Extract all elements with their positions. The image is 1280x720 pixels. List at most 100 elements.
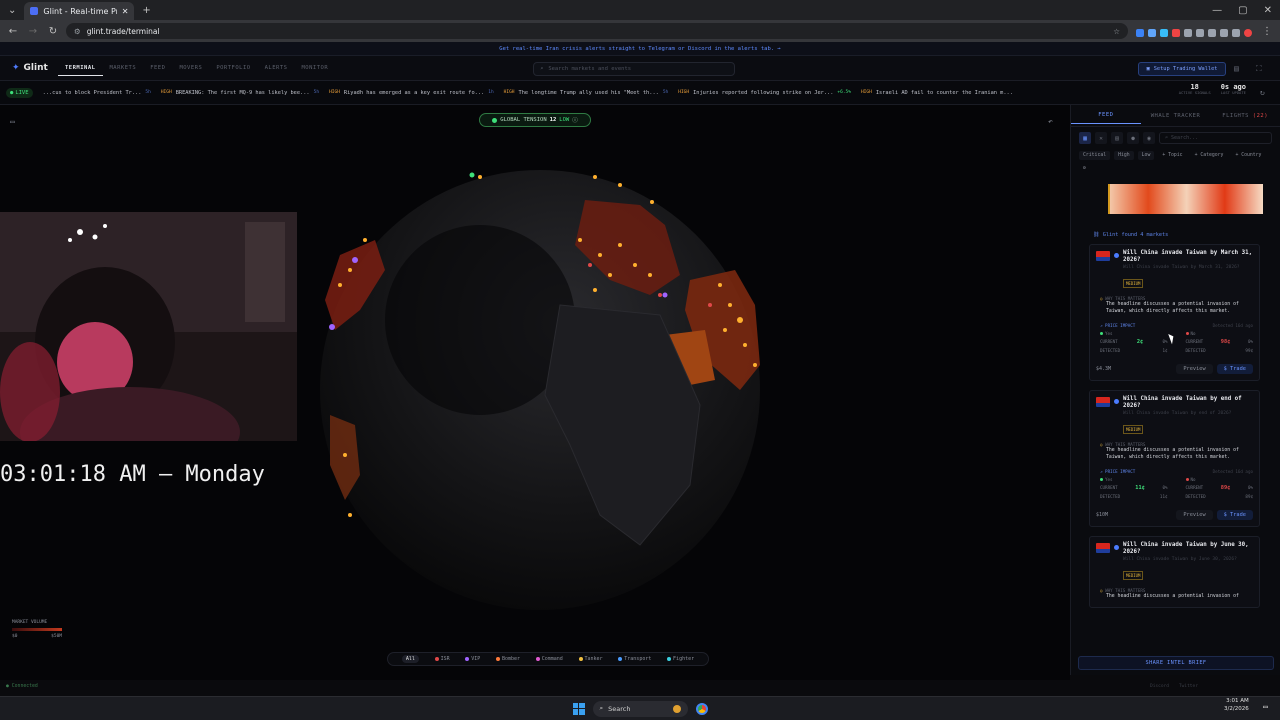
risk-badge: MEDIUM (1123, 571, 1144, 581)
filter-isr[interactable]: ISR (434, 656, 450, 662)
market-volume: $10M (1096, 511, 1109, 518)
ticker-item[interactable]: ...cus to block President Tr... 5h (43, 90, 151, 96)
filter-fighter[interactable]: Fighter (667, 656, 694, 662)
tension-value: 12 (549, 117, 557, 123)
reload-icon[interactable]: ↻ (46, 26, 60, 37)
site-info-icon[interactable]: ⚙ (74, 27, 81, 36)
nav-tab-markets[interactable]: MARKETS (103, 65, 144, 71)
windows-start-icon[interactable] (572, 702, 585, 715)
new-tab-icon[interactable]: + (134, 5, 158, 16)
tab-feed[interactable]: FEED (1071, 112, 1141, 124)
settings-icon[interactable]: ⚙ (1079, 164, 1090, 173)
filter-transport[interactable]: Transport (618, 656, 651, 662)
filter-tanker[interactable]: Tanker (578, 656, 603, 662)
tab-list-icon[interactable]: ⌄ (0, 5, 24, 16)
market-card[interactable]: Will China invade Taiwan by June 30, 202… (1089, 535, 1260, 608)
menu-icon[interactable]: ⋮ (1260, 26, 1274, 37)
legend-title: MARKET VOLUME (12, 620, 48, 625)
market-question[interactable]: Will China invade Taiwan by end of 2026? (1123, 396, 1253, 410)
global-tension-indicator[interactable]: GLOBAL TENSION 12 LOW ⓘ (479, 113, 591, 127)
nav-tab-portfolio[interactable]: PORTFOLIO (209, 65, 257, 71)
camera-icon[interactable]: ▭ (10, 117, 15, 126)
why-label: ◎ WHY THIS MATTERS (1100, 588, 1146, 594)
market-subtitle: Will China invade Taiwan by end of 2026? (1123, 411, 1232, 417)
price-grid: Yes CURRENT 11¢ 0% DETECTED 11¢ No CURRENT 8… (1100, 476, 1253, 499)
chip-topic[interactable]: + Topic (1158, 151, 1186, 160)
market-card[interactable]: Will China invade Taiwan by March 31, 20… (1089, 244, 1260, 381)
news-source-icon[interactable]: ▤ (1111, 132, 1123, 144)
nav-tab-monitor[interactable]: MONITOR (295, 65, 336, 71)
tab-flights[interactable]: FLIGHTS (22) (1210, 113, 1280, 119)
legend-min: $0 (12, 634, 18, 639)
browser-tab[interactable]: Glint - Real-time Prediction Ma ✕ (24, 2, 135, 20)
alert-banner[interactable]: Get real-time Iran crisis alerts straigh… (0, 42, 1280, 56)
market-question[interactable]: Will China invade Taiwan by March 31, 20… (1123, 250, 1253, 264)
info-icon[interactable]: ⓘ (572, 116, 578, 124)
trade-button[interactable]: $ Trade (1216, 363, 1253, 374)
aircraft-filter-bar: All ISR VIP Bomber Command Tanker Transp… (387, 652, 709, 666)
nav-tab-terminal[interactable]: TERMINAL (58, 65, 103, 76)
reset-view-icon[interactable]: ↶ (1048, 117, 1053, 126)
market-search-input[interactable]: ⌕ Search markets and events (533, 62, 735, 76)
notification-icon[interactable]: ▭ (1263, 702, 1268, 711)
share-intel-button[interactable]: SHARE INTEL BRIEF (1078, 656, 1274, 670)
chip-country[interactable]: + Country (1231, 151, 1265, 160)
close-tab-icon[interactable]: ✕ (122, 7, 129, 16)
ticker-item[interactable]: HIGH Injuries reported following strike o… (678, 90, 851, 96)
price-grid: Yes CURRENT 2¢ 0% DETECTED 1¢ No CURRENT 98¢… (1100, 330, 1253, 353)
panel-footer: Discord Twitter (1150, 684, 1198, 689)
chip-category[interactable]: + Category (1191, 151, 1228, 160)
taiwan-flag-icon (1096, 396, 1110, 407)
filter-vip[interactable]: VIP (465, 656, 480, 662)
clock-overlay: 03:01:18 AM — Monday (0, 462, 265, 487)
visibility-icon[interactable]: ◉ (1143, 132, 1155, 144)
layout-icon[interactable]: ▤ (1234, 64, 1239, 73)
url-field[interactable]: ⚙ glint.trade/terminal ☆ (66, 23, 1128, 39)
chip-high[interactable]: High (1114, 151, 1134, 160)
ticker-item[interactable]: HIGH The longtime Trump ally used his "Me… (504, 90, 669, 96)
preview-button[interactable]: Preview (1176, 509, 1213, 520)
panel-search-input[interactable]: ⌕ Search... (1159, 132, 1272, 144)
forward-icon[interactable]: → (26, 26, 40, 37)
close-window-icon[interactable]: ✕ (1256, 5, 1280, 16)
setup-wallet-button[interactable]: ▣ Setup Trading Wallet (1138, 62, 1226, 76)
grid-view-icon[interactable]: ▦ (1079, 132, 1091, 144)
tab-title: Glint - Real-time Prediction Ma (43, 6, 116, 16)
ticker-item[interactable]: HIGH Riyadh has emerged as a key exit rou… (329, 90, 494, 96)
risk-badge: MEDIUM (1123, 279, 1144, 289)
back-icon[interactable]: ← (6, 26, 20, 37)
tension-label: GLOBAL TENSION (500, 117, 547, 123)
chip-low[interactable]: Low (1137, 151, 1155, 160)
preview-button[interactable]: Preview (1176, 363, 1213, 374)
market-question[interactable]: Will China invade Taiwan by June 30, 202… (1123, 542, 1253, 556)
nav-tab-feed[interactable]: FEED (143, 65, 172, 71)
trade-button[interactable]: $ Trade (1216, 509, 1253, 520)
nav-tab-alerts[interactable]: ALERTS (258, 65, 295, 71)
tab-whale-tracker[interactable]: WHALE TRACKER (1141, 113, 1211, 119)
ticker-item[interactable]: HIGH Israeli AD fail to counter the Irani… (861, 90, 1013, 96)
tray-time: 3:01 AM (1226, 698, 1249, 704)
maximize-icon[interactable]: ▢ (1230, 5, 1255, 16)
bookmark-star-icon[interactable]: ☆ (1113, 27, 1120, 36)
discord-link[interactable]: Discord (1150, 684, 1169, 689)
nav-tab-movers[interactable]: MOVERS (172, 65, 209, 71)
chip-critical[interactable]: Critical (1079, 151, 1111, 160)
ticker-item[interactable]: HIGH BREAKING: The first MQ-9 has likely … (161, 90, 319, 96)
x-source-icon[interactable]: ✕ (1095, 132, 1107, 144)
refresh-icon[interactable]: ↻ (1260, 88, 1265, 97)
chrome-icon[interactable] (695, 702, 708, 715)
twitter-link[interactable]: Twitter (1179, 684, 1198, 689)
glint-logo[interactable]: ✦ Glint (0, 63, 58, 73)
filter-command[interactable]: Command (535, 656, 563, 662)
filter-all[interactable]: All (401, 655, 419, 663)
news-thumbnail[interactable] (1108, 184, 1263, 214)
taskbar-search[interactable]: ⌕ Search (592, 700, 688, 717)
extensions-icons[interactable] (1134, 22, 1254, 41)
filter-bomber[interactable]: Bomber (496, 656, 520, 662)
fullscreen-icon[interactable]: ⛶ (1256, 64, 1262, 74)
market-dot-icon (1114, 253, 1119, 258)
system-tray-clock[interactable]: 3:01 AM 3/2/2026 (1224, 698, 1249, 714)
market-card[interactable]: Will China invade Taiwan by end of 2026?… (1089, 389, 1260, 527)
minimize-icon[interactable]: — (1204, 5, 1230, 16)
record-source-icon[interactable]: ● (1127, 132, 1139, 144)
